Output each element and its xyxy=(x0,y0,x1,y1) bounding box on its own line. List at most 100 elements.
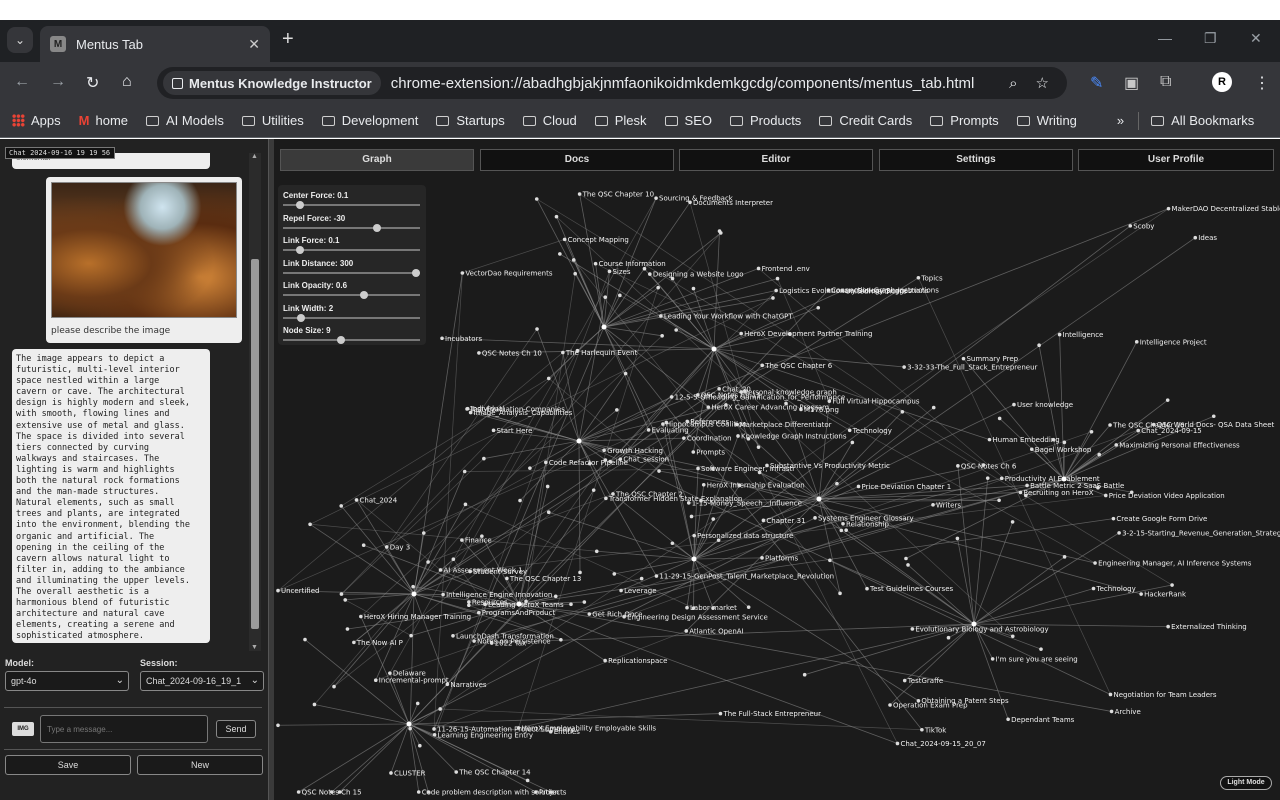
graph-node[interactable] xyxy=(648,272,652,276)
home-icon[interactable]: ⌂ xyxy=(122,73,132,91)
graph-node[interactable] xyxy=(426,560,430,564)
graph-node[interactable] xyxy=(716,538,721,542)
graph-node[interactable] xyxy=(573,271,577,276)
tab-search-dropdown-icon[interactable]: ⌄ xyxy=(7,27,33,53)
new-tab-icon[interactable]: + xyxy=(282,28,294,51)
graph-node[interactable] xyxy=(303,637,307,642)
graph-node[interactable] xyxy=(384,545,389,549)
graph-node[interactable] xyxy=(1025,483,1029,488)
graph-node-label[interactable]: Image_Analysis_Capabilities xyxy=(474,409,573,417)
graph-node-label[interactable]: HeroX Internship Evaluation xyxy=(707,481,805,489)
graph-node[interactable] xyxy=(739,390,743,394)
graph-node[interactable] xyxy=(1193,235,1198,240)
graph-node[interactable] xyxy=(688,200,692,205)
graph-node[interactable] xyxy=(524,599,528,604)
scroll-down-icon[interactable]: ▼ xyxy=(251,644,258,651)
model-select[interactable]: gpt-4o ⌄ xyxy=(5,671,129,691)
graph-control-slider[interactable] xyxy=(283,201,420,209)
graph-node[interactable] xyxy=(329,790,334,794)
graph-node[interactable] xyxy=(559,637,563,642)
graph-node-label[interactable]: Externalized Thinking xyxy=(1171,623,1247,631)
graph-node[interactable] xyxy=(904,556,908,561)
extension-screenshot-icon[interactable]: ▣ xyxy=(1124,73,1139,93)
graph-node-label[interactable]: Bagel Workshop xyxy=(1035,446,1092,454)
graph-node[interactable] xyxy=(659,314,663,318)
graph-node[interactable] xyxy=(418,743,422,748)
graph-node-label[interactable]: Engineering Manager, AI Inference System… xyxy=(1098,560,1252,568)
graph-node[interactable] xyxy=(711,606,715,610)
graph-node[interactable] xyxy=(489,641,494,645)
light-mode-toggle[interactable]: Light Mode xyxy=(1220,776,1272,790)
graph-node[interactable] xyxy=(691,606,696,610)
bookmark-folder[interactable]: Development xyxy=(321,113,418,128)
graph-node-label[interactable]: HeroX Hiring Manager Training xyxy=(364,613,471,621)
graph-node-label[interactable]: I'm sure you are seeing xyxy=(996,655,1078,663)
graph-node[interactable] xyxy=(587,461,592,466)
graph-node[interactable] xyxy=(711,467,715,471)
graph-node[interactable] xyxy=(603,295,608,299)
graph-node[interactable] xyxy=(554,214,559,219)
graph-node[interactable] xyxy=(1109,709,1114,714)
graph-node[interactable] xyxy=(1139,592,1143,596)
graph-node[interactable] xyxy=(844,528,848,532)
graph-node-label[interactable]: Substantive Vs Productivity Metric xyxy=(770,462,890,470)
tab-graph[interactable]: Graph xyxy=(280,149,474,171)
tab-docs[interactable]: Docs xyxy=(480,149,674,171)
graph-node-label[interactable]: ProgramsAndProduct xyxy=(482,609,556,617)
graph-node-label[interactable]: CLUSTER xyxy=(394,769,426,777)
graph-node[interactable] xyxy=(1170,583,1174,587)
graph-node-label[interactable]: Personalized data structure xyxy=(697,532,793,540)
graph-hub-node[interactable] xyxy=(601,324,607,330)
graph-hub-node[interactable] xyxy=(711,346,717,352)
graph-node[interactable] xyxy=(467,603,471,608)
graph-node[interactable] xyxy=(642,266,647,271)
graph-control-slider[interactable] xyxy=(283,268,420,277)
graph-node[interactable] xyxy=(416,790,421,794)
graph-node[interactable] xyxy=(717,387,721,391)
graph-node[interactable] xyxy=(1024,493,1028,498)
graph-node[interactable] xyxy=(454,770,459,774)
graph-node[interactable] xyxy=(856,484,861,489)
graph-node[interactable] xyxy=(1093,561,1097,565)
graph-node[interactable] xyxy=(587,612,592,616)
graph-node[interactable] xyxy=(956,464,960,468)
graph-node-label[interactable]: VectorDao Requirements xyxy=(465,269,553,277)
graph-node-label[interactable]: Archive xyxy=(1115,708,1141,716)
extensions-puzzle-icon[interactable]: ⧉ xyxy=(1160,73,1171,91)
graph-node[interactable] xyxy=(760,556,764,560)
graph-node[interactable] xyxy=(689,514,694,519)
graph-node-label[interactable]: Battle Metric 2 SaaS Battle xyxy=(1030,482,1124,490)
graph-node[interactable] xyxy=(361,543,366,548)
graph-node-label[interactable]: User knowledge xyxy=(1017,401,1073,409)
graph-node-label[interactable]: Uncertified xyxy=(281,587,319,595)
graph-node-label[interactable]: 3-2-15-Starting_Revenue_Generation_Strat… xyxy=(1122,529,1280,537)
graph-node[interactable] xyxy=(910,627,915,631)
graph-node[interactable] xyxy=(571,258,576,262)
graph-node[interactable] xyxy=(1012,402,1016,407)
graph-node[interactable] xyxy=(426,790,431,794)
graph-node[interactable] xyxy=(906,563,910,567)
save-button[interactable]: Save xyxy=(5,755,131,775)
graph-node[interactable] xyxy=(739,331,743,336)
extension-chip[interactable]: Mentus Knowledge Instructor xyxy=(163,71,381,95)
graph-node-label[interactable]: Human Embedding xyxy=(993,436,1060,444)
graph-node-label[interactable]: Get Rich Once xyxy=(592,611,642,619)
graph-node[interactable] xyxy=(593,261,598,266)
graph-node[interactable] xyxy=(839,528,844,533)
graph-node[interactable] xyxy=(902,678,907,683)
graph-node-label[interactable]: Engineering Design Assessment Service xyxy=(627,613,768,621)
graph-node-label[interactable]: Systems Engineer Glossary xyxy=(818,514,914,522)
graph-node[interactable] xyxy=(582,600,587,604)
graph-node[interactable] xyxy=(562,237,567,242)
graph-hub-node[interactable] xyxy=(691,556,697,562)
graph-node[interactable] xyxy=(451,557,456,562)
graph-node[interactable] xyxy=(987,437,992,442)
graph-node-label[interactable]: Evolutionary Biology and Astrobiology xyxy=(915,625,1048,633)
graph-node-label[interactable]: Chat_2024-09-15_20_07 xyxy=(900,740,985,748)
graph-node[interactable] xyxy=(756,266,761,271)
graph-node[interactable] xyxy=(618,293,622,298)
graph-node[interactable] xyxy=(784,401,788,406)
graph-node[interactable] xyxy=(615,408,619,412)
bookmark-folder[interactable]: Prompts xyxy=(930,113,999,128)
graph-node[interactable] xyxy=(760,363,765,368)
